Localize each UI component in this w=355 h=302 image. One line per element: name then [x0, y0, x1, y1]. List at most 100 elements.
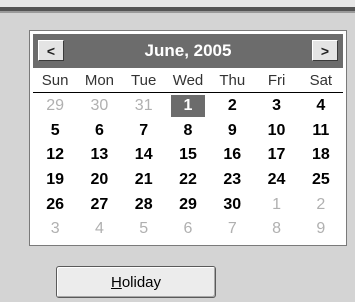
day-cell[interactable]: 16	[210, 143, 254, 168]
selected-day-cell[interactable]: 1	[166, 94, 210, 119]
day-number: 25	[311, 171, 330, 189]
weekday-label: Thu	[219, 72, 246, 89]
weekday-label: Sun	[41, 72, 69, 89]
weekday-header-row: Sun Mon Tue Wed Thu Fri Sat	[33, 70, 343, 93]
day-cell[interactable]: 23	[210, 168, 254, 193]
day-cell[interactable]: 7	[210, 217, 254, 242]
day-cell[interactable]: 4	[299, 94, 343, 119]
day-number: 6	[94, 121, 104, 139]
day-cell[interactable]: 3	[33, 217, 77, 242]
day-number: 4	[94, 220, 104, 238]
day-number: 3	[50, 220, 60, 238]
day-cell[interactable]: 27	[77, 192, 121, 217]
day-cell[interactable]: 8	[166, 119, 210, 144]
day-cell[interactable]: 7	[122, 119, 166, 144]
day-number: 20	[90, 171, 109, 189]
weekday-label: Fri	[267, 72, 286, 89]
day-number: 17	[267, 146, 286, 164]
day-cell[interactable]: 5	[122, 217, 166, 242]
day-number: 7	[227, 220, 237, 238]
day-number: 8	[272, 220, 282, 238]
day-cell[interactable]: 26	[33, 192, 77, 217]
day-number: 22	[179, 171, 197, 189]
day-number: 2	[316, 195, 326, 213]
day-number: 15	[179, 146, 197, 164]
day-number: 28	[134, 195, 153, 213]
day-number: 8	[183, 121, 193, 139]
day-number: 18	[311, 146, 330, 164]
day-cell[interactable]: 15	[166, 143, 210, 168]
weekday-label: Tue	[131, 72, 157, 89]
day-cell[interactable]: 12	[33, 143, 77, 168]
day-cell[interactable]: 5	[33, 119, 77, 144]
day-number: 1	[272, 195, 282, 213]
day-number: 1	[170, 95, 205, 118]
day-cell[interactable]: 31	[122, 94, 166, 119]
day-number: 12	[46, 146, 65, 164]
day-number: 19	[46, 171, 65, 189]
next-month-button[interactable]: >	[312, 40, 338, 61]
holiday-button-label: oliday	[121, 273, 162, 291]
day-cell[interactable]: 9	[210, 119, 254, 144]
holiday-button-mnemonic: H	[110, 273, 122, 291]
day-cell[interactable]: 3	[254, 94, 298, 119]
day-cell[interactable]: 6	[166, 217, 210, 242]
day-cell[interactable]: 2	[210, 94, 254, 119]
day-cell[interactable]: 29	[33, 94, 77, 119]
previous-month-button[interactable]: <	[38, 40, 64, 61]
day-cell[interactable]: 30	[210, 192, 254, 217]
day-cell[interactable]: 29	[166, 192, 210, 217]
day-number: 4	[316, 97, 326, 115]
day-cell[interactable]: 14	[122, 143, 166, 168]
day-cell[interactable]: 17	[254, 143, 298, 168]
day-cell[interactable]: 24	[254, 168, 298, 193]
day-number: 31	[134, 97, 153, 115]
day-number: 7	[139, 121, 149, 139]
weekday-label: Sat	[309, 72, 333, 89]
day-cell[interactable]: 21	[122, 168, 166, 193]
day-number: 5	[139, 220, 149, 238]
day-number: 16	[223, 146, 242, 164]
day-cell[interactable]: 11	[299, 119, 343, 144]
day-number: 9	[316, 220, 326, 238]
day-number: 26	[46, 195, 65, 213]
calendar-header: < June, 2005 >	[33, 34, 343, 68]
day-cell[interactable]: 19	[33, 168, 77, 193]
day-number: 29	[46, 97, 65, 115]
day-cell[interactable]: 30	[77, 94, 121, 119]
day-number: 30	[90, 97, 109, 115]
day-cell[interactable]: 25	[299, 168, 343, 193]
day-number: 5	[50, 121, 60, 139]
month-calendar[interactable]: < June, 2005 > Sun Mon Tue Wed Thu Fri S…	[29, 30, 347, 246]
day-number: 27	[90, 195, 109, 213]
day-cell[interactable]: 8	[254, 217, 298, 242]
day-cell[interactable]: 4	[77, 217, 121, 242]
holiday-button[interactable]: Holiday	[56, 266, 216, 298]
day-number: 3	[272, 97, 282, 115]
day-cell[interactable]: 18	[299, 143, 343, 168]
weekday-label: Mon	[84, 72, 115, 89]
day-number: 13	[90, 146, 109, 164]
day-cell[interactable]: 20	[77, 168, 121, 193]
day-number: 23	[223, 171, 242, 189]
day-number: 14	[134, 146, 153, 164]
day-number: 21	[134, 171, 153, 189]
chevron-right-icon: >	[320, 42, 330, 59]
chevron-left-icon: <	[46, 42, 56, 59]
day-cell[interactable]: 2	[299, 192, 343, 217]
day-cell[interactable]: 22	[166, 168, 210, 193]
weekday-label: Wed	[172, 72, 204, 89]
day-cell[interactable]: 10	[254, 119, 298, 144]
day-cell[interactable]: 9	[299, 217, 343, 242]
day-number: 9	[227, 121, 237, 139]
day-cell[interactable]: 13	[77, 143, 121, 168]
day-cell[interactable]: 1	[254, 192, 298, 217]
day-number: 30	[223, 195, 242, 213]
day-number: 11	[312, 121, 330, 139]
day-cell[interactable]: 28	[122, 192, 166, 217]
day-number: 6	[183, 220, 193, 238]
day-number: 2	[227, 97, 237, 115]
day-grid: 29 30 31 1 2 3 4 5 6 7 8 9 10 11 12 13 14 15 16 17 18 19 20 21 2…	[33, 94, 343, 242]
day-cell[interactable]: 6	[77, 119, 121, 144]
day-number: 24	[267, 171, 286, 189]
